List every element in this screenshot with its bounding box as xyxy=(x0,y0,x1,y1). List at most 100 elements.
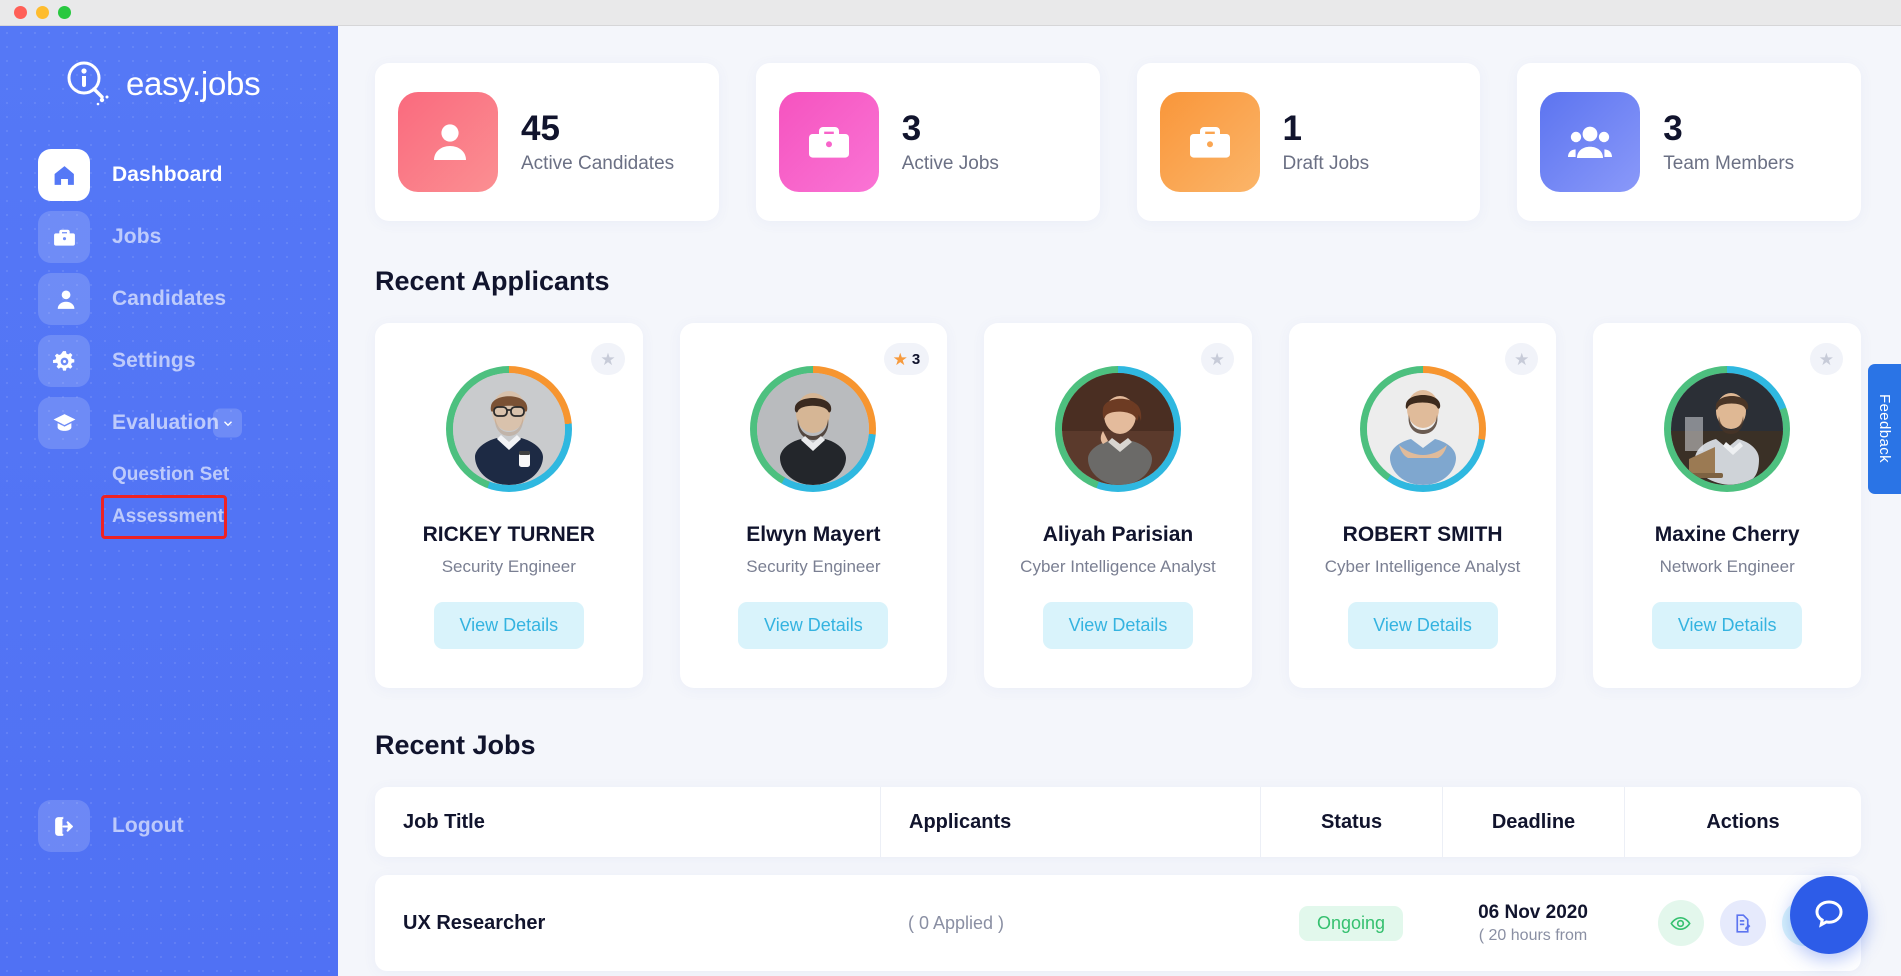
stat-value: 45 xyxy=(521,109,674,149)
sidebar-item-label: Jobs xyxy=(112,225,161,249)
stat-value: 3 xyxy=(902,109,999,149)
applicant-card[interactable]: ★ xyxy=(375,323,643,688)
logout-label: Logout xyxy=(112,814,184,838)
stat-card-draft-jobs[interactable]: 1 Draft Jobs xyxy=(1137,63,1481,221)
recent-applicants-title: Recent Applicants xyxy=(338,221,1901,297)
window-zoom-button[interactable] xyxy=(58,6,71,19)
table-header-row: Job Title Applicants Status Deadline Act… xyxy=(375,787,1861,857)
stat-label: Team Members xyxy=(1663,153,1794,175)
logout-icon xyxy=(38,800,90,852)
deadline-remaining: ( 20 hours from xyxy=(1479,927,1587,945)
cell-job-title: UX Researcher xyxy=(375,875,880,971)
window-minimize-button[interactable] xyxy=(36,6,49,19)
favorite-star-button[interactable]: ★ 3 xyxy=(884,343,930,375)
star-icon: ★ xyxy=(600,351,615,368)
sidebar-item-label: Candidates xyxy=(112,287,226,311)
favorite-star-button[interactable]: ★ xyxy=(1201,343,1234,375)
group-icon xyxy=(1540,92,1640,192)
sidebar-subnav-evaluation: Question Set Assessment xyxy=(0,454,338,538)
user-icon xyxy=(38,273,90,325)
gear-icon xyxy=(38,335,90,387)
avatar xyxy=(1055,366,1181,492)
applicant-role: Security Engineer xyxy=(746,557,880,577)
column-header-status: Status xyxy=(1260,787,1442,857)
stat-value: 3 xyxy=(1663,109,1794,149)
star-icon: ★ xyxy=(1514,351,1529,368)
applicant-role: Cyber Intelligence Analyst xyxy=(1020,557,1216,577)
avatar-photo xyxy=(1367,373,1479,485)
app-root: easy.jobs Dashboard Jobs Candidates xyxy=(0,26,1901,976)
chat-support-button[interactable] xyxy=(1790,876,1868,954)
star-icon: ★ xyxy=(893,351,908,368)
applicant-card[interactable]: ★ ROBERT SMITH xyxy=(1289,323,1557,688)
graduation-cap-icon xyxy=(38,397,90,449)
column-header-actions: Actions xyxy=(1624,787,1861,857)
briefcase-icon xyxy=(779,92,879,192)
stat-card-active-candidates[interactable]: 45 Active Candidates xyxy=(375,63,719,221)
avatar xyxy=(1360,366,1486,492)
easyjobs-logo-icon xyxy=(62,58,114,110)
view-details-button[interactable]: View Details xyxy=(1043,602,1193,649)
applicant-name: Elwyn Mayert xyxy=(746,523,880,547)
recent-jobs-table: Job Title Applicants Status Deadline Act… xyxy=(375,787,1861,857)
sidebar-nav: Dashboard Jobs Candidates Settings xyxy=(0,144,338,538)
feedback-label: Feedback xyxy=(1876,394,1893,463)
home-icon xyxy=(38,149,90,201)
favorite-star-button[interactable]: ★ xyxy=(1810,343,1843,375)
sidebar-item-jobs[interactable]: Jobs xyxy=(0,206,338,268)
chevron-down-icon[interactable] xyxy=(213,409,242,438)
logout-button[interactable]: Logout xyxy=(0,800,184,852)
sidebar-item-dashboard[interactable]: Dashboard xyxy=(0,144,338,206)
applicant-card[interactable]: ★ 3 El xyxy=(680,323,948,688)
sidebar-item-candidates[interactable]: Candidates xyxy=(0,268,338,330)
status-badge: Ongoing xyxy=(1299,906,1403,941)
sidebar-item-evaluation[interactable]: Evaluation xyxy=(0,392,338,454)
sidebar-subitem-assessment[interactable]: Assessment xyxy=(0,496,338,538)
edit-document-icon[interactable] xyxy=(1720,900,1766,946)
column-header-job-title: Job Title xyxy=(375,787,880,857)
sidebar-item-settings[interactable]: Settings xyxy=(0,330,338,392)
sidebar-subitem-question-set[interactable]: Question Set xyxy=(0,454,338,496)
view-details-button[interactable]: View Details xyxy=(434,602,584,649)
brand-logo[interactable]: easy.jobs xyxy=(0,26,338,110)
applicant-role: Security Engineer xyxy=(442,557,576,577)
applicant-card[interactable]: ★ xyxy=(984,323,1252,688)
sidebar-subitem-label: Assessment xyxy=(112,506,224,528)
favorite-star-button[interactable]: ★ xyxy=(1505,343,1538,375)
stat-card-team-members[interactable]: 3 Team Members xyxy=(1517,63,1861,221)
stat-value: 1 xyxy=(1283,109,1370,149)
briefcase-icon xyxy=(38,211,90,263)
person-icon xyxy=(398,92,498,192)
avatar xyxy=(1664,366,1790,492)
eye-icon[interactable] xyxy=(1658,900,1704,946)
avatar xyxy=(446,366,572,492)
star-icon: ★ xyxy=(1819,351,1834,368)
view-details-button[interactable]: View Details xyxy=(1348,602,1498,649)
avatar xyxy=(750,366,876,492)
sidebar-subitem-label: Question Set xyxy=(112,464,229,486)
sidebar-item-label: Dashboard xyxy=(112,163,223,187)
sidebar: easy.jobs Dashboard Jobs Candidates xyxy=(0,26,338,976)
applicant-name: Maxine Cherry xyxy=(1655,523,1800,547)
cell-status: Ongoing xyxy=(1260,875,1442,971)
recent-applicants-list: ★ xyxy=(338,297,1901,688)
avatar-photo xyxy=(1062,373,1174,485)
chat-bubble-icon xyxy=(1812,896,1846,935)
briefcase-icon xyxy=(1160,92,1260,192)
table-row[interactable]: UX Researcher ( 0 Applied ) Ongoing 06 N… xyxy=(375,875,1861,971)
column-header-applicants: Applicants xyxy=(880,787,1260,857)
applicant-role: Network Engineer xyxy=(1660,557,1795,577)
applicant-card[interactable]: ★ xyxy=(1593,323,1861,688)
stat-label: Active Candidates xyxy=(521,153,674,175)
stat-card-active-jobs[interactable]: 3 Active Jobs xyxy=(756,63,1100,221)
avatar-photo xyxy=(1671,373,1783,485)
view-details-button[interactable]: View Details xyxy=(1652,602,1802,649)
recent-jobs-section: Recent Jobs Job Title Applicants Status … xyxy=(338,688,1901,971)
applicant-name: Aliyah Parisian xyxy=(1043,523,1194,547)
stat-label: Active Jobs xyxy=(902,153,999,175)
view-details-button[interactable]: View Details xyxy=(738,602,888,649)
favorite-star-button[interactable]: ★ xyxy=(591,343,624,375)
feedback-tab[interactable]: Feedback xyxy=(1868,364,1901,494)
window-close-button[interactable] xyxy=(14,6,27,19)
stats-row: 45 Active Candidates 3 Active Jobs 1 xyxy=(338,26,1901,221)
